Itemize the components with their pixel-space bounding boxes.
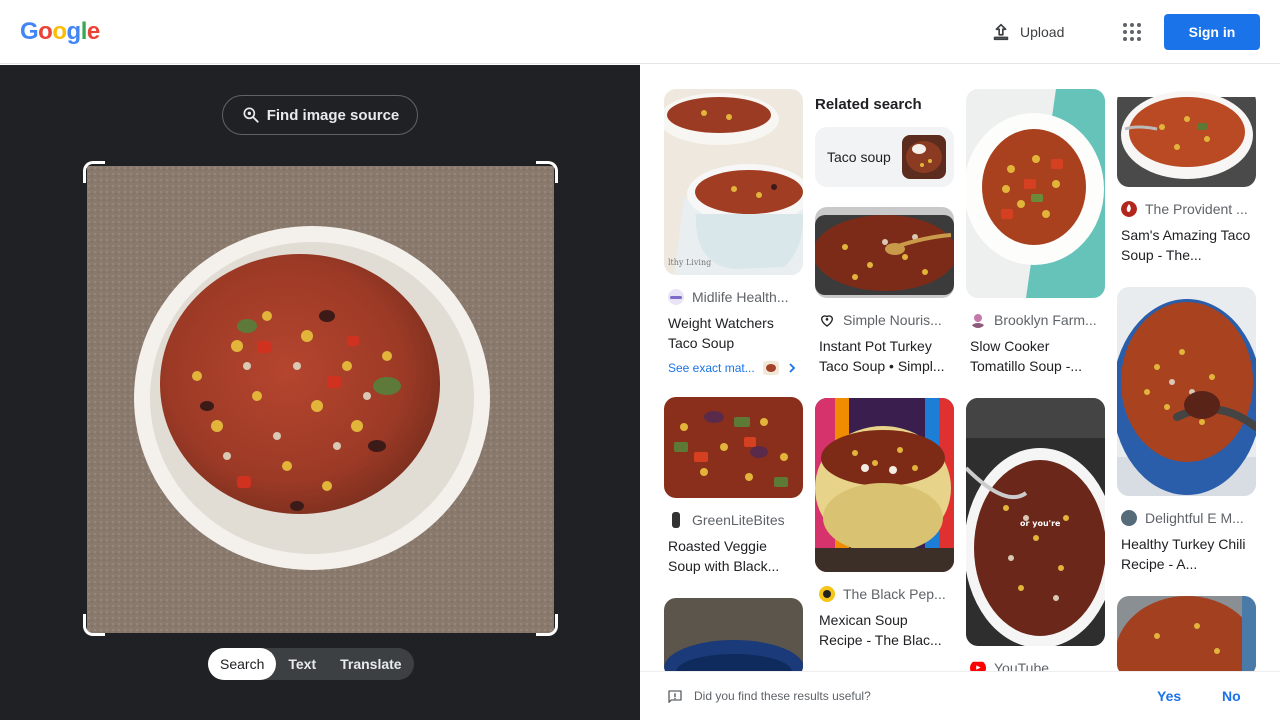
result-title[interactable]: Instant Pot Turkey Taco Soup • Simpl... <box>815 336 954 376</box>
result-title[interactable]: Sam's Amazing Taco Soup - The... <box>1117 225 1256 265</box>
source-name: Delightful E M... <box>1145 510 1244 526</box>
mode-tabs: Search Text Translate <box>208 648 414 680</box>
sign-in-button[interactable]: Sign in <box>1164 14 1260 50</box>
result-source: Simple Nouris... <box>815 310 954 330</box>
heart-icon <box>820 315 834 327</box>
result-title[interactable]: Healthy Turkey Chili Recipe - A... <box>1117 534 1256 574</box>
provident-flame-icon <box>1121 201 1137 217</box>
result-card[interactable]: The Black Pep... Mexican Soup Recipe - T… <box>815 398 954 650</box>
upload-label: Upload <box>1020 24 1065 40</box>
delightful-avatar-icon <box>1121 510 1137 526</box>
source-name: YouTube <box>994 660 1050 671</box>
source-name: GreenLiteBites <box>692 512 785 528</box>
tab-translate[interactable]: Translate <box>328 648 413 680</box>
result-source: Midlife Health... <box>664 287 803 307</box>
result-thumbnail[interactable] <box>815 398 954 572</box>
result-thumbnail[interactable] <box>1117 89 1256 187</box>
apps-grid-button[interactable] <box>1120 20 1144 44</box>
crop-handle-bottom-left[interactable] <box>83 614 105 636</box>
midlife-health-favicon <box>668 289 684 305</box>
result-thumbnail[interactable] <box>815 207 954 298</box>
result-card[interactable] <box>1117 596 1256 671</box>
related-search-heading: Related search <box>815 96 922 113</box>
result-title[interactable]: Slow Cooker Tomatillo Soup -... <box>966 336 1105 376</box>
lens-search-icon <box>243 107 259 123</box>
result-thumbnail[interactable]: or you're <box>966 398 1105 646</box>
results-column: Brooklyn Farm... Slow Cooker Tomatillo S… <box>966 89 1105 671</box>
result-thumbnail[interactable] <box>664 598 803 671</box>
see-exact-matches-link[interactable]: See exact mat... <box>664 361 803 375</box>
source-name: Simple Nouris... <box>843 312 942 328</box>
farm-avatar-icon <box>972 314 984 328</box>
results-panel: lthy Living Midlife Health... Weight Wat… <box>640 65 1280 671</box>
result-title[interactable]: Roasted Veggie Soup with Black... <box>664 536 803 576</box>
result-card[interactable]: Simple Nouris... Instant Pot Turkey Taco… <box>815 207 954 376</box>
result-title[interactable]: Weight Watchers Taco Soup <box>664 313 803 353</box>
result-card[interactable]: lthy Living Midlife Health... Weight Wat… <box>664 89 803 375</box>
result-source: The Provident ... <box>1117 199 1256 219</box>
logo-letter: G <box>20 18 39 45</box>
results-column: Related search Taco soup Simple Nouris..… <box>815 89 954 650</box>
apps-grid-icon <box>1123 23 1141 41</box>
see-exact-label: See exact mat... <box>668 361 755 375</box>
tab-text[interactable]: Text <box>276 648 328 680</box>
result-title[interactable]: Mexican Soup Recipe - The Blac... <box>815 610 954 650</box>
feedback-question: Did you find these results useful? <box>694 689 871 703</box>
youtube-icon <box>970 661 986 671</box>
source-name: Brooklyn Farm... <box>994 312 1097 328</box>
result-thumbnail[interactable] <box>966 89 1105 298</box>
results-column: The Provident ... Sam's Amazing Taco Sou… <box>1117 89 1256 671</box>
upload-icon <box>993 23 1009 41</box>
logo-letter: e <box>86 18 100 45</box>
result-card[interactable]: Brooklyn Farm... Slow Cooker Tomatillo S… <box>966 89 1105 376</box>
result-source: The Black Pep... <box>815 584 954 604</box>
result-card[interactable]: GreenLiteBites Roasted Veggie Soup with … <box>664 397 803 576</box>
google-logo[interactable]: Google <box>20 18 100 46</box>
logo-letter: g <box>66 18 82 45</box>
feedback-yes-button[interactable]: Yes <box>1157 688 1181 704</box>
exact-match-thumbnail-icon <box>762 361 779 375</box>
traffic-light-favicon <box>672 512 680 528</box>
result-card[interactable]: The Provident ... Sam's Amazing Taco Sou… <box>1117 89 1256 265</box>
result-thumbnail[interactable] <box>1117 596 1256 671</box>
tab-search[interactable]: Search <box>208 648 277 680</box>
result-source: Delightful E M... <box>1117 508 1256 528</box>
result-source: YouTube <box>966 658 1105 671</box>
header: Google Upload Sign in <box>0 0 1280 64</box>
query-image[interactable] <box>87 166 554 633</box>
query-panel: Find image source Search Text Translate <box>0 65 640 720</box>
upload-button[interactable]: Upload <box>990 20 1064 44</box>
svg-text:lthy Living: lthy Living <box>668 258 711 267</box>
feedback-no-button[interactable]: No <box>1222 688 1241 704</box>
black-peppercorn-favicon <box>819 586 835 602</box>
source-name: Midlife Health... <box>692 289 789 305</box>
source-name: The Provident ... <box>1145 201 1248 217</box>
related-search-label: Taco soup <box>827 149 891 165</box>
result-card[interactable]: Delightful E M... Healthy Turkey Chili R… <box>1117 287 1256 574</box>
result-thumbnail[interactable] <box>664 397 803 498</box>
crop-handle-top-left[interactable] <box>83 161 105 183</box>
find-image-source-label: Find image source <box>266 106 400 124</box>
source-name: The Black Pep... <box>843 586 946 602</box>
related-search-thumbnail <box>902 135 946 179</box>
results-column: lthy Living Midlife Health... Weight Wat… <box>664 89 803 671</box>
crop-handle-top-right[interactable] <box>536 161 558 183</box>
chevron-right-icon <box>789 363 795 373</box>
result-card[interactable] <box>664 598 803 671</box>
logo-letter: o <box>38 18 53 45</box>
find-image-source-button[interactable]: Find image source <box>222 95 418 135</box>
logo-letter: o <box>52 18 67 45</box>
related-search-chip[interactable]: Taco soup <box>815 127 954 187</box>
crop-handle-bottom-right[interactable] <box>536 614 558 636</box>
result-source: GreenLiteBites <box>664 510 803 530</box>
feedback-bar: Did you find these results useful? Yes N… <box>640 671 1280 720</box>
result-thumbnail[interactable] <box>1117 287 1256 496</box>
result-thumbnail[interactable]: lthy Living <box>664 89 803 275</box>
result-source: Brooklyn Farm... <box>966 310 1105 330</box>
feedback-icon <box>668 690 682 703</box>
video-caption: or you're <box>1020 519 1061 528</box>
result-card[interactable]: or you're YouTube <box>966 398 1105 671</box>
